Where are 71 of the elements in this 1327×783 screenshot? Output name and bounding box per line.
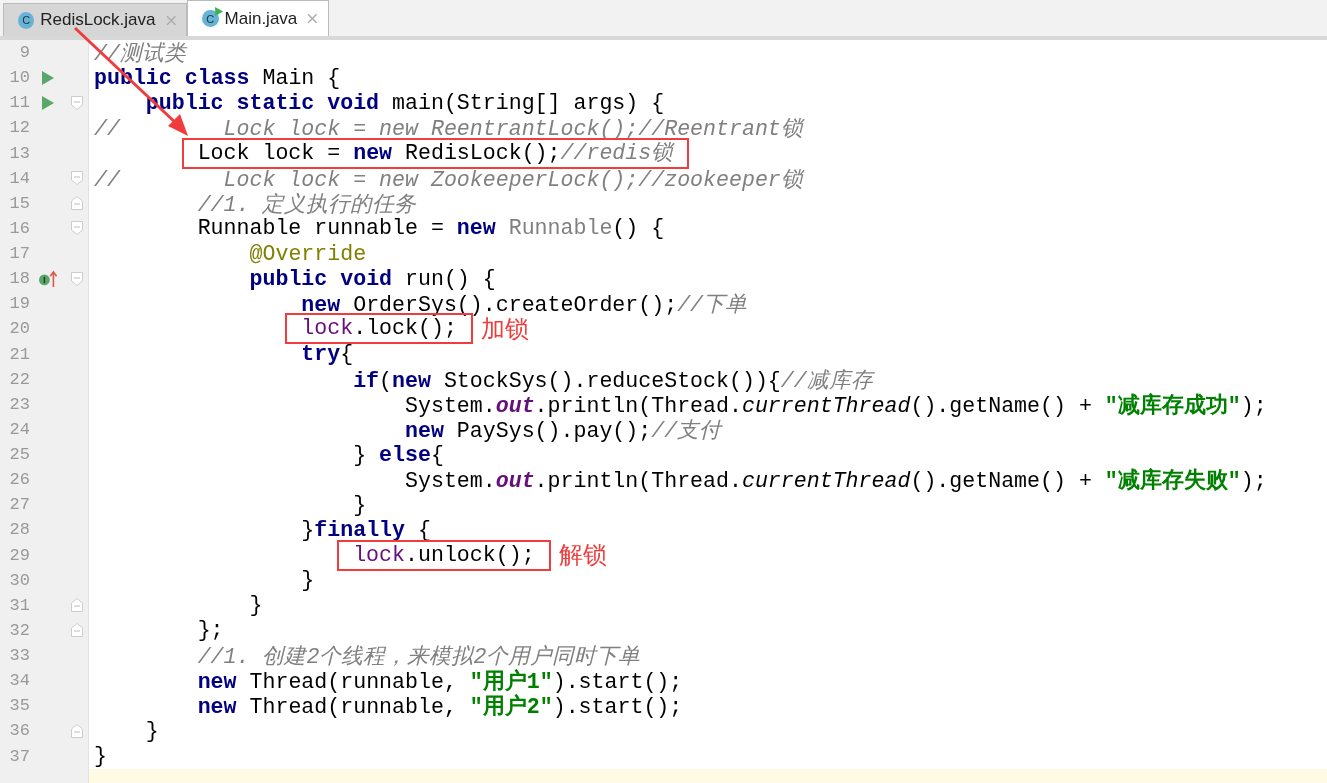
line-number: 12 [9,118,30,138]
fold-icon[interactable] [71,95,83,110]
line-number: 32 [9,620,30,640]
line-number: 23 [9,394,30,414]
close-icon[interactable] [165,14,176,26]
line-number: 33 [9,646,30,666]
line-number: 14 [9,168,30,188]
code-line: public void run() { [249,266,496,291]
fold-icon[interactable] [71,171,83,186]
line-number: 36 [9,721,30,741]
line-number: 9 [19,43,30,63]
line-number: 18 [9,269,30,289]
line-number: 20 [9,319,30,339]
file-tab[interactable]: C RedisLock.java [3,3,187,36]
line-number: 35 [9,696,30,716]
tab-label: Main.java [224,8,298,29]
line-number: 26 [9,470,30,490]
annotation-label: 解锁 [558,540,607,572]
code-line: } [301,568,315,593]
line-number: 16 [9,218,30,238]
code-line: System.out.println(Thread.currentThread().getName() + "减库存失败"); [405,467,1267,495]
fold-icon[interactable] [71,271,83,286]
code-line: }; [197,618,224,643]
code-line: Runnable runnable = new Runnable() { [197,216,665,241]
line-number: 31 [9,595,30,615]
line-number: 37 [9,746,30,766]
code-line: System.out.println(Thread.currentThread().getName() + "减库存成功"); [405,392,1267,419]
highlighted-code: Lock lock = new RedisLock();//redis锁 [181,137,690,169]
line-number: 19 [9,294,30,314]
line-number: 15 [9,193,30,213]
code-line: } [145,718,159,743]
line-number: 11 [9,93,30,113]
code-line: // Lock lock = new ZookeeperLock();//zookeeper锁 [94,166,803,193]
code-line: } [249,593,263,618]
line-number: 27 [9,495,30,515]
fold-icon[interactable] [71,598,83,613]
code-line: //1. 定义执行的任务 [197,191,417,218]
line-number: 34 [9,671,30,691]
code-line: try{ [301,342,354,367]
code-line: new PaySys().pay();//支付 [405,417,722,444]
implements-marker-icon[interactable] [38,269,58,288]
code-line: } [353,492,367,517]
line-number: 24 [9,419,30,439]
code-line: } [94,744,107,769]
highlighted-code: lock.lock(); [285,313,473,345]
code-line: @Override [249,241,367,266]
fold-icon[interactable] [71,196,83,211]
class-file-icon: C [18,11,35,29]
line-number: 22 [9,369,30,389]
fold-icon[interactable] [71,723,83,738]
code-line: new Thread(runnable, "用户1").start(); [197,668,683,695]
close-icon[interactable] [307,13,318,24]
code-line: new Thread(runnable, "用户2").start(); [197,693,683,721]
line-number: 29 [9,545,30,565]
highlighted-code: lock.unlock(); [337,539,551,571]
fold-icon[interactable] [71,221,83,236]
run-icon[interactable] [42,70,54,85]
line-number: 17 [9,244,30,264]
fold-icon[interactable] [71,623,83,638]
run-icon[interactable] [42,95,54,110]
line-number: 13 [9,143,30,163]
code-line: //1. 创建2个线程，来模拟2个用户同时下单 [197,644,641,670]
code-line: } else{ [353,442,444,467]
line-number: 28 [9,520,30,540]
code-line: if(new StockSys().reduceStock()){//减库存 [353,367,873,394]
line-number: 10 [9,68,30,88]
tab-label: RedisLock.java [40,10,156,30]
line-number: 25 [9,445,30,465]
line-number: 30 [9,570,30,590]
file-tab[interactable]: C Main.java [187,0,329,36]
line-number: 21 [9,344,30,364]
